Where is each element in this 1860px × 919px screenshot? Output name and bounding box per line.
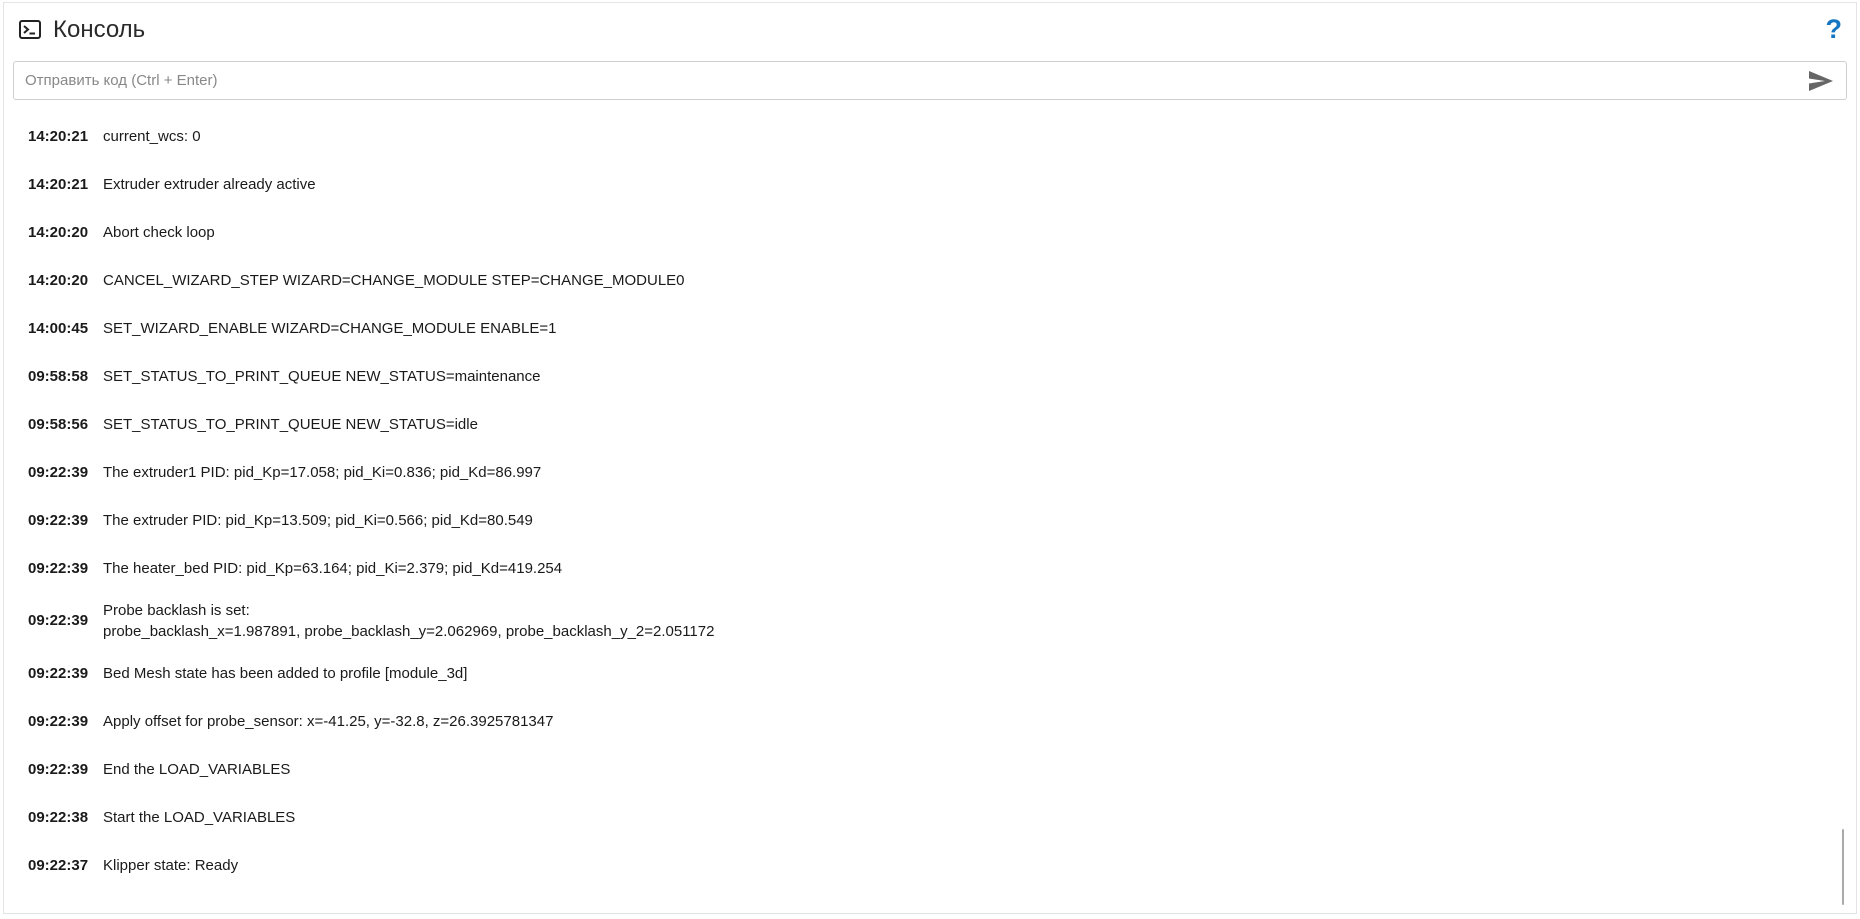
log-entry: 14:20:21 current_wcs: 0 <box>4 112 1834 160</box>
log-message: The extruder PID: pid_Kp=13.509; pid_Ki=… <box>103 511 533 529</box>
log-entry: 14:20:21 Extruder extruder already active <box>4 160 1834 208</box>
send-icon[interactable] <box>1808 70 1834 92</box>
log-message: Bed Mesh state has been added to profile… <box>103 664 468 682</box>
log-entry: 09:22:39 Bed Mesh state has been added to… <box>4 649 1834 697</box>
log-message: Apply offset for probe_sensor: x=-41.25,… <box>103 712 554 730</box>
log-entry: 09:22:39 The heater_bed PID: pid_Kp=63.16… <box>4 544 1834 592</box>
log-message: Probe backlash is set: probe_backlash_x=… <box>103 601 715 640</box>
log-entry: 14:20:20 Abort check loop <box>4 208 1834 256</box>
log-message: current_wcs: 0 <box>103 127 201 145</box>
log-timestamp: 14:20:20 <box>28 271 89 289</box>
log-timestamp: 09:22:39 <box>28 511 89 529</box>
log-message: SET_STATUS_TO_PRINT_QUEUE NEW_STATUS=idl… <box>103 415 478 433</box>
log-entry: 09:22:37 Klipper state: Ready <box>4 841 1834 889</box>
log-timestamp: 14:20:21 <box>28 127 89 145</box>
log-message: The extruder1 PID: pid_Kp=17.058; pid_Ki… <box>103 463 542 481</box>
log-entry: 09:22:39 The extruder PID: pid_Kp=13.509;… <box>4 496 1834 544</box>
log-timestamp: 09:22:39 <box>28 559 89 577</box>
log-timestamp: 14:20:21 <box>28 175 89 193</box>
log-entry: 09:22:38 Start the LOAD_VARIABLES <box>4 793 1834 841</box>
console-log: 14:20:21 current_wcs: 0 14:20:21 Extruder e… <box>4 112 1834 889</box>
console-panel: Консоль ? 14:20:21current_wcs: 014:20:21… <box>3 2 1857 914</box>
log-message: Extruder extruder already active <box>103 175 316 193</box>
log-timestamp: 09:58:58 <box>28 367 89 385</box>
log-timestamp: 09:58:56 <box>28 415 89 433</box>
log-message: SET_STATUS_TO_PRINT_QUEUE NEW_STATUS=mai… <box>103 367 541 385</box>
log-timestamp: 14:20:20 <box>28 223 89 241</box>
log-message: CANCEL_WIZARD_STEP WIZARD=CHANGE_MODULE … <box>103 271 685 289</box>
log-entry: 09:22:39 The extruder1 PID: pid_Kp=17.058… <box>4 448 1834 496</box>
log-timestamp: 09:22:39 <box>28 664 89 682</box>
command-input[interactable] <box>14 62 1794 99</box>
log-timestamp: 09:22:39 <box>28 760 89 778</box>
log-timestamp: 09:22:38 <box>28 808 89 826</box>
log-message: SET_WIZARD_ENABLE WIZARD=CHANGE_MODULE E… <box>103 319 557 337</box>
log-message: End the LOAD_VARIABLES <box>103 760 291 778</box>
scrollbar[interactable] <box>1842 829 1844 905</box>
console-header: Консоль ? <box>4 3 1856 59</box>
log-entry: 09:58:56 SET_STATUS_TO_PRINT_QUEUE NEW_ST… <box>4 400 1834 448</box>
log-entry: 09:22:39 Probe backlash is set: probe_bac… <box>4 592 1834 649</box>
log-entry: 09:22:39 Apply offset for probe_sensor: x… <box>4 697 1834 745</box>
log-entry: 09:22:39 End the LOAD_VARIABLES <box>4 745 1834 793</box>
log-timestamp: 09:22:39 <box>28 463 89 481</box>
log-entry: 09:58:58 SET_STATUS_TO_PRINT_QUEUE NEW_ST… <box>4 352 1834 400</box>
terminal-icon <box>19 20 41 39</box>
log-timestamp: 09:22:39 <box>28 612 89 629</box>
log-timestamp: 09:22:37 <box>28 856 89 874</box>
log-message: Start the LOAD_VARIABLES <box>103 808 296 826</box>
log-message: Abort check loop <box>103 223 215 241</box>
log-entry: 14:00:45 SET_WIZARD_ENABLE WIZARD=CHANGE_… <box>4 304 1834 352</box>
log-timestamp: 14:00:45 <box>28 319 89 337</box>
log-entry: 14:20:20 CANCEL_WIZARD_STEP WIZARD=CHANGE… <box>4 256 1834 304</box>
log-timestamp: 09:22:39 <box>28 712 89 730</box>
help-icon[interactable]: ? <box>1826 13 1843 45</box>
log-message: Klipper state: Ready <box>103 856 239 874</box>
page-title: Консоль <box>53 16 146 43</box>
command-input-field[interactable] <box>13 61 1847 100</box>
log-message: The heater_bed PID: pid_Kp=63.164; pid_K… <box>103 559 563 577</box>
